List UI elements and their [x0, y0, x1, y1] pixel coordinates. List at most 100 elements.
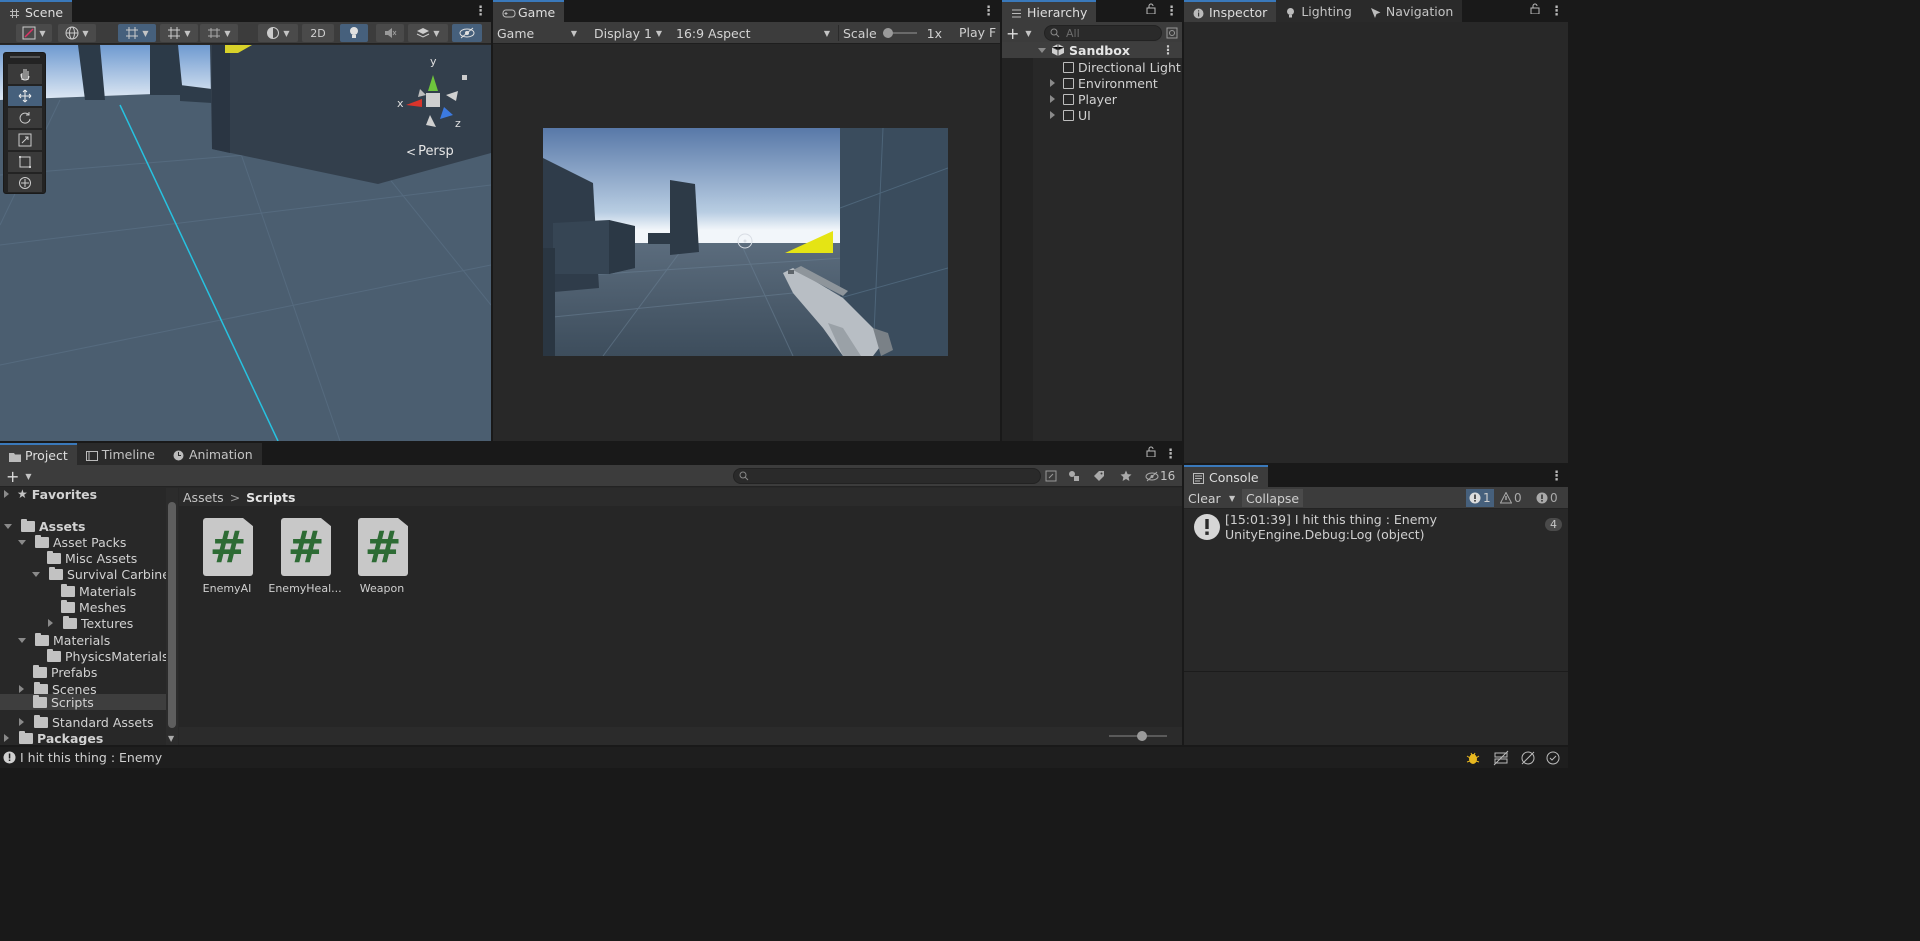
hierarchy-menu-icon[interactable]: ⋮	[1165, 4, 1178, 19]
expand-arrow-icon[interactable]	[32, 571, 40, 577]
scroll-down-icon[interactable]: ▼	[168, 734, 174, 743]
expand-arrow-icon[interactable]	[48, 619, 53, 627]
expand-arrow-icon[interactable]	[4, 734, 9, 742]
toggle-2d-button[interactable]: 2D	[302, 24, 334, 42]
tab-scene[interactable]: Scene	[0, 0, 73, 22]
display-dropdown[interactable]: Display 1 ▼	[590, 24, 666, 42]
persp-toggle[interactable]: < Persp	[406, 144, 454, 159]
tree-item-textures[interactable]: Textures	[48, 615, 133, 631]
tab-animation[interactable]: Animation	[163, 443, 262, 465]
move-tool-button[interactable]	[8, 86, 42, 106]
tab-console[interactable]: Console	[1184, 465, 1268, 487]
tree-item-assets[interactable]: Assets	[4, 518, 85, 534]
game-mode-dropdown[interactable]: Game ▼	[493, 24, 583, 42]
rotate-tool-button[interactable]	[8, 108, 42, 128]
tab-hierarchy[interactable]: Hierarchy	[1002, 0, 1097, 22]
filter-by-type-button[interactable]	[1066, 468, 1082, 484]
expand-arrow-icon[interactable]	[1038, 47, 1046, 53]
breadcrumb-assets[interactable]: Assets	[183, 490, 224, 505]
hierarchy-item-environment[interactable]: Environment	[1050, 75, 1158, 91]
tab-lighting[interactable]: Lighting	[1276, 0, 1361, 22]
gizmo-lock-square[interactable]	[462, 75, 467, 80]
status-bug-button[interactable]	[1465, 750, 1481, 769]
tree-item-prefabs[interactable]: Prefabs	[33, 664, 97, 680]
draw-mode-button[interactable]: ▼	[16, 24, 52, 42]
tree-item-carbine-materials[interactable]: Materials	[61, 583, 136, 599]
expand-arrow-icon[interactable]	[1050, 111, 1055, 119]
scale-slider[interactable]	[882, 28, 917, 38]
console-clear-options-dropdown[interactable]: ▼	[1226, 489, 1240, 507]
game-menu-icon[interactable]: ⋮	[982, 4, 995, 19]
hierarchy-search-input[interactable]: All	[1044, 25, 1162, 41]
grid-visibility-button[interactable]: ▼	[160, 24, 198, 42]
scene-row-menu-icon[interactable]: ⋮	[1162, 43, 1174, 57]
play-mode-dropdown[interactable]: Play F	[959, 25, 996, 40]
tab-project[interactable]: Project	[0, 443, 77, 465]
global-local-button[interactable]: ▼	[58, 24, 96, 42]
tab-timeline[interactable]: Timeline	[76, 443, 164, 465]
expand-arrow-icon[interactable]	[4, 523, 12, 529]
expand-arrow-icon[interactable]	[1050, 95, 1055, 103]
search-by-type-button[interactable]	[1043, 468, 1059, 484]
project-menu-icon[interactable]: ⋮	[1164, 447, 1177, 462]
icon-size-slider-thumb[interactable]	[1137, 731, 1147, 741]
tab-navigation[interactable]: Navigation	[1360, 0, 1463, 22]
tree-scrollbar-thumb[interactable]	[168, 502, 176, 728]
inspector-lock-icon[interactable]	[1530, 3, 1540, 17]
tree-scrollbar[interactable]: ▼	[166, 488, 178, 745]
expand-arrow-icon[interactable]	[1050, 79, 1055, 87]
scene-viewport[interactable]: y x z < Persp	[0, 45, 491, 441]
breadcrumb-scripts[interactable]: Scripts	[246, 490, 295, 505]
hierarchy-lock-icon[interactable]	[1146, 3, 1156, 17]
rect-tool-button[interactable]	[8, 152, 42, 172]
console-errors-toggle[interactable]: 1	[1466, 489, 1494, 507]
tab-inspector[interactable]: Inspector	[1184, 0, 1277, 22]
project-lock-icon[interactable]	[1146, 446, 1156, 460]
status-collab-button[interactable]	[1520, 750, 1536, 769]
tree-item-misc-assets[interactable]: Misc Assets	[47, 550, 137, 566]
hand-tool-button[interactable]	[8, 64, 42, 84]
icon-size-slider[interactable]	[1109, 731, 1167, 741]
project-create-button[interactable]: + ▼	[6, 467, 34, 486]
favorites-button[interactable]	[1118, 468, 1134, 484]
tree-item-physics-materials[interactable]: PhysicsMaterials	[47, 648, 169, 664]
scale-tool-button[interactable]	[8, 130, 42, 150]
expand-arrow-icon[interactable]	[18, 539, 26, 545]
increment-snap-button[interactable]: ▼	[200, 24, 238, 42]
inspector-menu-icon[interactable]: ⋮	[1550, 4, 1563, 19]
lighting-toggle-button[interactable]	[340, 24, 368, 42]
filter-by-label-button[interactable]	[1091, 468, 1107, 484]
expand-arrow-icon[interactable]	[18, 637, 26, 643]
console-messages-toggle[interactable]: 0	[1536, 489, 1558, 507]
snap-grid-button[interactable]: ▼	[118, 24, 156, 42]
console-collapse-button[interactable]: Collapse	[1242, 489, 1304, 507]
tree-item-standard-assets[interactable]: Standard Assets	[19, 714, 154, 730]
hierarchy-scene-row[interactable]: Sandbox ⋮	[1002, 42, 1182, 58]
scale-slider-thumb[interactable]	[882, 28, 893, 38]
asset-item-weapon[interactable]: # Weapon	[344, 518, 420, 598]
scene-menu-icon[interactable]: ⋮	[474, 4, 487, 19]
console-detail-divider[interactable]	[1184, 671, 1568, 672]
hierarchy-add-button[interactable]: + ▼	[1006, 24, 1034, 43]
transform-tool-button[interactable]	[8, 174, 42, 192]
expand-arrow-icon[interactable]	[4, 490, 9, 498]
status-cache-button[interactable]	[1493, 750, 1509, 769]
expand-arrow-icon[interactable]	[19, 718, 24, 726]
hierarchy-scene-visibility-button[interactable]	[1164, 25, 1180, 41]
console-log-entry[interactable]: [15:01:39] I hit this thing : Enemy Unit…	[1184, 510, 1568, 548]
game-view-area[interactable]	[493, 45, 1000, 441]
tree-item-packages[interactable]: Packages	[4, 730, 103, 745]
tab-game[interactable]: Game	[493, 0, 565, 22]
project-search-input[interactable]	[733, 468, 1041, 484]
asset-item-enemyhealth[interactable]: # EnemyHeal...	[267, 518, 343, 598]
tree-item-asset-packs[interactable]: Asset Packs	[18, 534, 126, 550]
hierarchy-item-player[interactable]: Player	[1050, 91, 1117, 107]
hierarchy-item-ui[interactable]: UI	[1050, 107, 1091, 123]
hidden-objects-button[interactable]	[452, 24, 482, 42]
console-clear-button[interactable]: Clear	[1184, 489, 1221, 507]
tree-item-favorites[interactable]: ★ Favorites	[4, 486, 97, 502]
aspect-dropdown[interactable]: 16:9 Aspect ▼	[672, 24, 834, 42]
hidden-packages-button[interactable]: 16	[1145, 468, 1175, 484]
status-message[interactable]: I hit this thing : Enemy	[20, 750, 162, 765]
expand-arrow-icon[interactable]	[19, 685, 24, 693]
